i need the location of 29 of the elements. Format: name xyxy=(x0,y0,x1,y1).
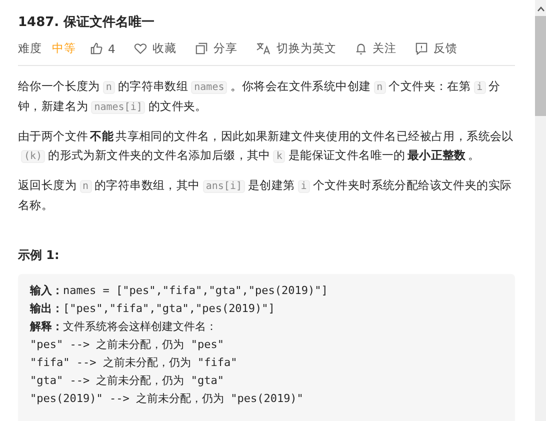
example-line: "pes" --> 之前未分配，仍为 "pes" xyxy=(30,337,225,353)
like-button[interactable]: 4 xyxy=(90,42,116,56)
star-button[interactable]: 收藏 xyxy=(134,41,176,56)
thumbs-up-icon xyxy=(90,42,103,55)
description-paragraph: 由于两个文件 不能 共享相同的文件名，因此如果新建文件夹使用的文件名已经被占用，系统会以 (k) 的形式为新文件夹的文件名添加后缀，其中 k 是能保证文件名唯一的 最小正整数 。 xyxy=(18,128,514,165)
example-line: 输入：names = ["pes","fifa","gta","pes(2019)"] xyxy=(30,283,329,299)
example-line: 解释：文件系统将会这样创建文件名： xyxy=(30,319,218,335)
scrollbar-thumb[interactable] xyxy=(535,16,546,116)
difficulty-tag: 中等 xyxy=(52,41,76,56)
problem-title: 1487. 保证文件名唯一 xyxy=(18,14,156,32)
example-line: "pes(2019)" --> 之前未分配，仍为 "pes(2019)" xyxy=(30,391,304,407)
example-line: 输出：["pes","fifa","gta","pes(2019)"] xyxy=(30,301,276,317)
feedback-button[interactable]: 反馈 xyxy=(415,41,458,56)
translate-button[interactable]: 切换为英文 xyxy=(256,41,336,56)
difficulty-label: 难度 xyxy=(18,41,42,56)
bell-button[interactable]: 关注 xyxy=(355,41,396,56)
heart-icon xyxy=(134,42,148,55)
translate-icon xyxy=(256,42,272,55)
description-paragraph: 返回长度为 n 的字符串数组，其中 ans[i] 是创建第 i 个文件夹时系统分配给该文件夹的实际名称。 xyxy=(18,177,513,214)
example-line: "gta" --> 之前未分配，仍为 "gta" xyxy=(30,373,225,389)
description-paragraph: 给你一个长度为 n 的字符串数组 names 。你将会在文件系统中创建 n 个文件夹：在第 i 分钟，新建名为 names[i] 的文件夹。 xyxy=(18,78,502,116)
scroll-up-icon[interactable] xyxy=(536,6,544,12)
share-icon xyxy=(195,42,208,55)
example-heading: 示例 1: xyxy=(18,247,60,264)
example-line: "fifa" --> 之前未分配，仍为 "fifa" xyxy=(30,355,238,371)
share-button[interactable]: 分享 xyxy=(195,41,238,56)
scrollbar[interactable] xyxy=(535,0,546,421)
feedback-icon xyxy=(415,42,428,55)
bell-icon xyxy=(355,42,368,55)
